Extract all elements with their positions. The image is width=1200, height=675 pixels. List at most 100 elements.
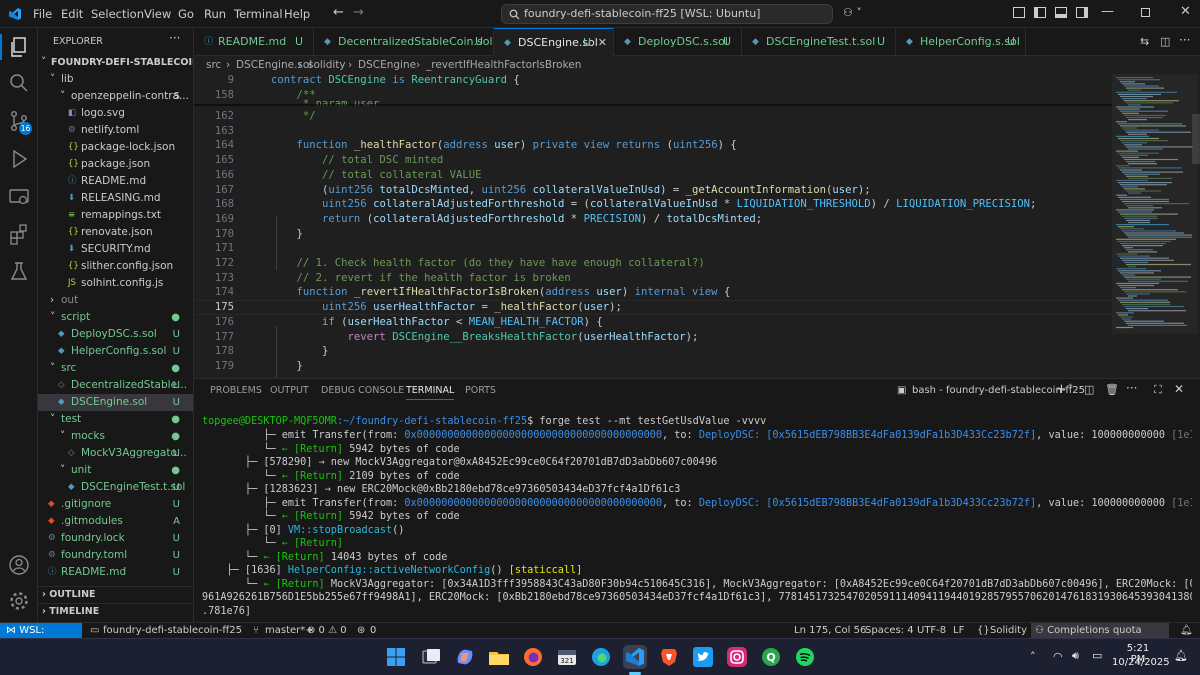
remote-explorer-icon[interactable] (8, 186, 30, 208)
language-mode[interactable]: Solidity (990, 623, 1027, 638)
more-actions-icon[interactable]: ··· (1126, 381, 1137, 395)
edge-icon[interactable] (589, 645, 613, 669)
file-item[interactable]: ⚙ foundry.lock U (38, 530, 193, 547)
panel-tab-debug-console[interactable]: DEBUG CONSOLE (321, 385, 404, 396)
back-arrow-icon[interactable]: ← (333, 5, 344, 20)
breadcrumb-item[interactable]: _revertIfHealthFactorIsBroken (426, 56, 581, 74)
split-terminal-icon[interactable]: ◫ (1084, 383, 1094, 396)
cursor-position[interactable]: Ln 175, Col 56 (794, 623, 866, 638)
workspace-folder[interactable]: foundry-defi-stablecoin-ff25 (103, 623, 242, 638)
file-item[interactable]: ◆ .gitmodules A (38, 513, 193, 530)
folder-item[interactable]: ˅ unit ● (38, 462, 193, 479)
menu-view[interactable]: View (144, 7, 171, 21)
spotify-icon[interactable] (793, 645, 817, 669)
toggle-panel-icon[interactable] (1055, 7, 1067, 18)
folder-item[interactable]: ˅ src ● (38, 360, 193, 377)
tab-helperconfig-s-sol[interactable]: ◆ HelperConfig.s.sol U (896, 28, 1026, 56)
menu-terminal[interactable]: Terminal (234, 7, 283, 21)
file-item[interactable]: ⓘ README.md (38, 173, 193, 190)
tab-deploydsc-s-sol[interactable]: ◆ DeployDSC.s.sol U (614, 28, 742, 56)
file-item[interactable]: {} slither.config.json (38, 258, 193, 275)
file-item[interactable]: ◆ DeployDSC.s.sol U (38, 326, 193, 343)
tab-dscengine-sol[interactable]: ◆ DSCEngine.sol U ✕ (494, 28, 614, 56)
folder-item[interactable]: ˅ test ● (38, 411, 193, 428)
breadcrumb-item[interactable]: solidity (308, 56, 346, 74)
run-debug-icon[interactable] (8, 148, 30, 170)
code-line[interactable]: } (271, 345, 328, 357)
tab-readme-md[interactable]: ⓘ README.md U (194, 28, 314, 56)
restore-icon[interactable] (1141, 8, 1150, 17)
file-item[interactable]: ≡ remappings.txt (38, 207, 193, 224)
split-editor-icon[interactable]: ◫ (1160, 35, 1170, 48)
sticky-scroll-line[interactable]: contract DSCEngine is ReentrancyGuard { (271, 74, 520, 86)
file-item[interactable]: {} package.json (38, 156, 193, 173)
panel-tab-terminal[interactable]: TERMINAL (406, 385, 455, 400)
copilot-status[interactable]: ⚇ Completions quota reached (1031, 623, 1169, 651)
code-line[interactable]: uint256 collateralAdjustedForthreshold =… (271, 198, 1036, 210)
code-editor[interactable]: 9 contract DSCEngine is ReentrancyGuard {… (194, 74, 1112, 378)
terminal[interactable]: topgee@DESKTOP-MQF5OMR:~/foundry-defi-st… (202, 409, 1192, 623)
panel-tab-ports[interactable]: PORTS (465, 385, 496, 396)
twitter-icon[interactable] (691, 645, 715, 669)
indentation[interactable]: Spaces: 4 (865, 623, 914, 638)
encoding[interactable]: UTF-8 (917, 623, 946, 638)
file-item[interactable]: ◆ .gitignore U (38, 496, 193, 513)
file-item[interactable]: ◇ DecentralizedStable... U (38, 377, 193, 394)
code-line[interactable]: function _revertIfHealthFactorIsBroken(a… (271, 286, 731, 298)
wifi-icon[interactable]: ◠ (1053, 650, 1063, 663)
menu-help[interactable]: Help (284, 7, 310, 21)
code-line[interactable]: // total collateral VALUE (271, 169, 481, 181)
code-line[interactable]: uint256 userHealthFactor = _healthFactor… (271, 301, 622, 313)
code-line[interactable]: if (userHealthFactor < MEAN_HEALTH_FACTO… (271, 316, 603, 328)
testing-icon[interactable] (8, 260, 30, 282)
folder-item[interactable]: ˅ script ● (38, 309, 193, 326)
copilot-icon[interactable]: ⚇ ˅ (843, 6, 862, 19)
minimize-icon[interactable]: — (1101, 4, 1114, 19)
firefox-icon[interactable] (521, 645, 545, 669)
toggle-sidebar-icon[interactable] (1034, 7, 1046, 18)
file-item[interactable]: {} package-lock.json (38, 139, 193, 156)
file-item[interactable]: {} renovate.json (38, 224, 193, 241)
outline-section[interactable]: › OUTLINE (38, 586, 193, 603)
brave-icon[interactable] (657, 645, 681, 669)
file-item[interactable]: ⬇ RELEASING.md (38, 190, 193, 207)
close-tab-icon[interactable]: ✕ (598, 29, 607, 57)
terminal-dropdown-icon[interactable]: ˅ (1068, 384, 1073, 394)
notifications-bell-icon[interactable]: 🔔︎ (1180, 623, 1193, 638)
folder-item[interactable]: ˅ lib (38, 71, 193, 88)
volume-icon[interactable]: 🔊︎ (1072, 649, 1079, 663)
remote-indicator[interactable]: ⋈ WSL: Ubuntu (0, 623, 82, 651)
notification-bell-icon[interactable]: 🔔︎ (1174, 649, 1188, 662)
panel-tab-output[interactable]: OUTPUT (270, 385, 309, 396)
problems-count[interactable]: ⊗ 0 ⚠ 0 (307, 623, 347, 638)
task-view-icon[interactable] (419, 645, 443, 669)
copilot-app-icon[interactable] (453, 645, 477, 669)
menu-selection[interactable]: Selection (91, 7, 144, 21)
tab-dscenginetest-t-sol[interactable]: ◆ DSCEngineTest.t.sol U (742, 28, 896, 56)
forward-arrow-icon[interactable]: → (353, 5, 364, 20)
qbittorrent-icon[interactable]: Q (759, 645, 783, 669)
compare-changes-icon[interactable]: ⇆ (1140, 35, 1149, 48)
file-item[interactable]: ◧ logo.svg (38, 105, 193, 122)
clock-date[interactable]: 10/24/2025 (1112, 657, 1170, 668)
menu-go[interactable]: Go (178, 7, 194, 21)
close-panel-icon[interactable]: ✕ (1174, 382, 1184, 396)
code-line[interactable]: // 1. Check health factor (do they have … (271, 257, 705, 269)
file-item[interactable]: JS solhint.config.js (38, 275, 193, 292)
file-item[interactable]: ⚙ netlify.toml (38, 122, 193, 139)
search-view-icon[interactable] (8, 72, 30, 94)
toggle-secondary-sidebar-icon[interactable] (1076, 7, 1088, 18)
explorer-more-icon[interactable]: ··· (169, 31, 180, 45)
code-line[interactable]: */ (271, 110, 316, 122)
command-center[interactable]: foundry-defi-stablecoin-ff25 [WSL: Ubunt… (501, 4, 833, 24)
windows-start-icon[interactable] (384, 645, 408, 669)
code-line[interactable]: return (collateralAdjustedForthreshold *… (271, 213, 762, 225)
calendar-app-icon[interactable]: 321 (555, 645, 579, 669)
layout-toggle-icon[interactable] (1013, 7, 1025, 18)
breadcrumb-item[interactable]: DSCEngine (358, 56, 416, 74)
code-line[interactable]: function _healthFactor(address user) pri… (271, 139, 737, 151)
file-item[interactable]: ◆ DSCEngine.sol U (38, 394, 193, 411)
file-item[interactable]: ◆ HelperConfig.s.sol U (38, 343, 193, 360)
editor-more-icon[interactable]: ··· (1179, 33, 1190, 47)
menu-run[interactable]: Run (204, 7, 226, 21)
